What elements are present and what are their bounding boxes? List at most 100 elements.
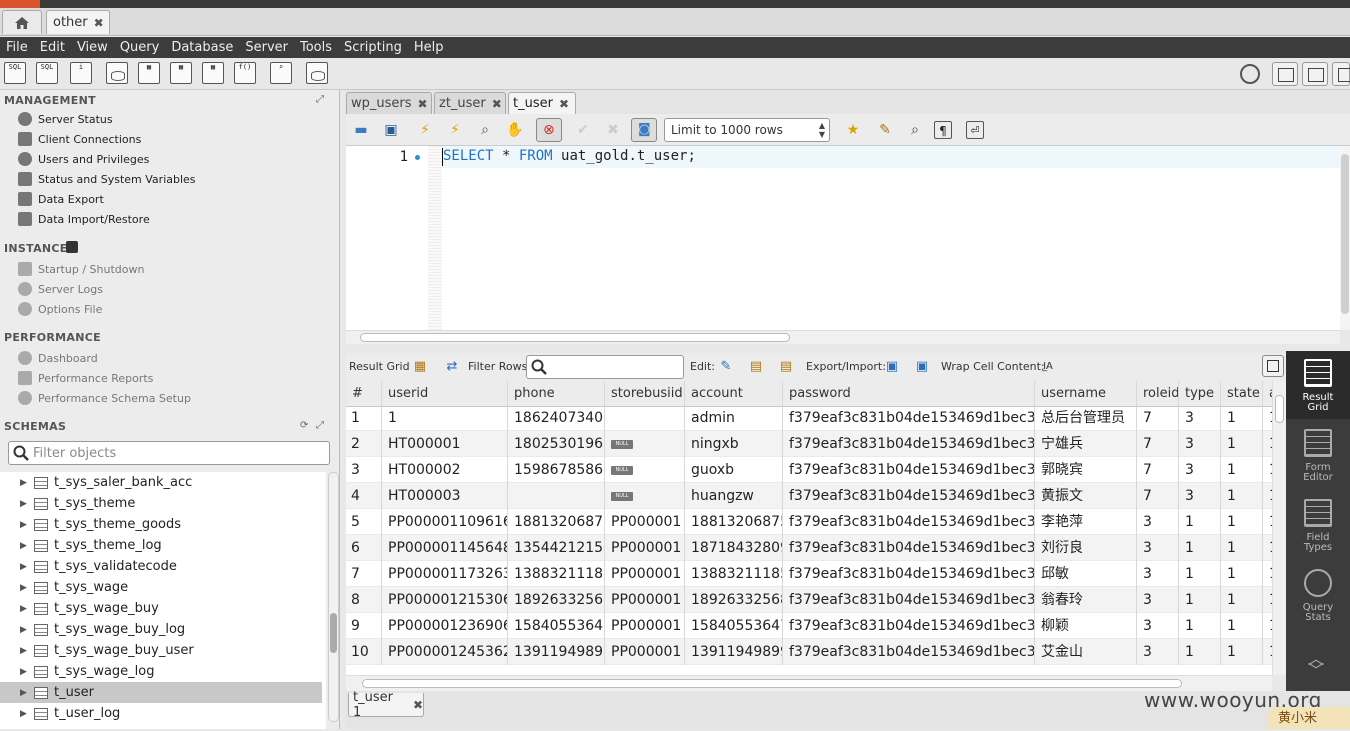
table-cell[interactable]: 1 — [1179, 613, 1221, 639]
table-cell[interactable]: 黄振文 — [1035, 483, 1137, 509]
table-cell[interactable]: 7 — [1137, 431, 1179, 457]
table-cell[interactable]: 3 — [1137, 509, 1179, 535]
expand-icon[interactable]: ⤢ — [316, 94, 324, 105]
table-cell[interactable]: PP000001 — [605, 535, 685, 561]
create-schema-icon[interactable] — [106, 62, 128, 84]
table-cell[interactable]: 1 — [1221, 587, 1263, 613]
scrollbar-thumb[interactable] — [1275, 395, 1284, 423]
menu-edit[interactable]: Edit — [34, 40, 71, 55]
table-cell[interactable]: PP000001245362 — [382, 639, 508, 665]
table-cell[interactable]: PP000001 — [605, 613, 685, 639]
table-row[interactable]: 10 PP000001245362 13911949899 PP000001 13911… — [346, 639, 1272, 665]
table-cell[interactable]: f379eaf3c831b04de153469d1bec3... — [783, 431, 1035, 457]
table-row[interactable]: 5 PP000001109616 18813206875 PP000001 188132… — [346, 509, 1272, 535]
close-icon[interactable]: ✖ — [413, 699, 423, 711]
refresh-schemas-icon[interactable]: ⟳ — [300, 420, 308, 431]
table-cell[interactable]: admin — [685, 405, 783, 431]
chevron-right-icon[interactable]: ▶ — [20, 583, 32, 593]
gear-icon[interactable] — [1240, 64, 1260, 84]
table-cell[interactable]: 18718432809 — [685, 535, 783, 561]
table-cell[interactable]: 1 — [1263, 405, 1272, 431]
table-cell[interactable]: PP000001 — [605, 509, 685, 535]
chevron-right-icon[interactable]: ▶ — [20, 478, 32, 488]
table-cell[interactable]: 1 — [1263, 431, 1272, 457]
search-table-data-icon[interactable]: ⌕ — [270, 62, 292, 84]
table-cell[interactable]: 3 — [1179, 431, 1221, 457]
scrollbar-thumb[interactable] — [362, 679, 1182, 688]
filter-objects-field[interactable]: Filter objects — [8, 441, 330, 465]
schema-table-item[interactable]: ▶ t_sys_wage_buy_log — [0, 619, 322, 640]
rollback-icon[interactable]: ✖ — [604, 121, 622, 139]
folder-icon[interactable]: ▬ — [352, 121, 370, 139]
table-cell[interactable]: NULL — [605, 431, 685, 457]
insert-row-icon[interactable]: ▤ — [748, 359, 764, 375]
chevron-right-icon[interactable]: ▶ — [20, 520, 32, 530]
table-cell[interactable]: 翁春玲 — [1035, 587, 1137, 613]
editor-horizontal-scrollbar[interactable] — [346, 330, 1340, 344]
table-cell[interactable]: 1 — [1221, 405, 1263, 431]
menu-view[interactable]: View — [71, 40, 114, 55]
schema-table-item[interactable]: ▶ t_user_log — [0, 703, 322, 724]
new-sql-tab-icon[interactable]: SQL — [4, 62, 26, 84]
table-cell[interactable]: 3 — [1137, 587, 1179, 613]
chevron-right-icon[interactable]: ▶ — [20, 667, 32, 677]
table-cell[interactable]: 15840553647 — [685, 613, 783, 639]
table-cell[interactable]: 13883211185 — [508, 561, 605, 587]
home-tab[interactable] — [2, 10, 42, 34]
table-cell[interactable]: NULL — [605, 483, 685, 509]
table-cell[interactable]: guoxb — [685, 457, 783, 483]
table-cell[interactable]: 总后台管理员 — [1035, 405, 1137, 431]
chevron-right-icon[interactable]: ▶ — [20, 604, 32, 614]
table-cell[interactable]: 18025301966 — [508, 431, 605, 457]
explain-icon[interactable]: ⌕ — [476, 121, 494, 139]
reconnect-icon[interactable] — [306, 62, 328, 84]
table-cell[interactable]: 3 — [1137, 535, 1179, 561]
toggle-sidebar-button[interactable] — [1272, 62, 1298, 86]
column-header[interactable]: type — [1179, 381, 1221, 407]
table-cell[interactable]: huangzw — [685, 483, 783, 509]
table-cell[interactable] — [508, 483, 605, 509]
scrollbar-thumb[interactable] — [1341, 154, 1349, 314]
close-icon[interactable]: ✖ — [492, 98, 502, 110]
toggle-stop-on-error-button[interactable]: ⊗ — [536, 118, 562, 142]
tab-zt-user[interactable]: zt_user ✖ — [434, 92, 506, 114]
table-cell[interactable]: 邱敏 — [1035, 561, 1137, 587]
table-cell[interactable]: 15840553647 — [508, 613, 605, 639]
schema-inspector-icon[interactable]: i — [70, 62, 92, 84]
table-cell[interactable]: f379eaf3c831b04de153469d1bec3... — [783, 587, 1035, 613]
schema-table-item[interactable]: ▶ t_sys_theme — [0, 493, 322, 514]
table-cell[interactable]: 1 — [1221, 535, 1263, 561]
table-cell[interactable]: f379eaf3c831b04de153469d1bec3... — [783, 509, 1035, 535]
result-grid-button[interactable]: Result Grid — [1286, 351, 1350, 419]
table-cell[interactable]: 1 — [382, 405, 508, 431]
table-row[interactable]: 2 HT000001 18025301966 NULL ningxb f379eaf3c8… — [346, 431, 1272, 457]
table-cell[interactable]: 1 — [1179, 561, 1221, 587]
table-cell[interactable]: 18926332568 — [685, 587, 783, 613]
table-cell[interactable]: PP000001145648 — [382, 535, 508, 561]
schema-table-item[interactable]: ▶ t_sys_theme_log — [0, 535, 322, 556]
table-cell[interactable]: 1 — [1263, 561, 1272, 587]
table-cell[interactable]: PP000001 — [605, 587, 685, 613]
schema-table-item[interactable]: ▶ t_sys_validatecode — [0, 556, 322, 577]
schema-table-item[interactable]: ▶ t_sys_wage — [0, 577, 322, 598]
execute-icon[interactable]: ⚡ — [416, 121, 434, 139]
editor-vertical-scrollbar[interactable] — [1340, 146, 1350, 330]
execute-current-icon[interactable]: ⚡ — [446, 121, 464, 139]
table-cell[interactable]: f379eaf3c831b04de153469d1bec3... — [783, 561, 1035, 587]
column-header[interactable]: storebusiid — [605, 381, 685, 407]
menu-help[interactable]: Help — [408, 40, 450, 55]
table-cell[interactable]: 18813206875 — [508, 509, 605, 535]
schema-table-item[interactable]: ▶ t_sys_wage_buy_user — [0, 640, 322, 661]
table-row[interactable]: 6 PP000001145648 13544212156 PP000001 187184… — [346, 535, 1272, 561]
table-cell[interactable]: 3 — [1137, 639, 1179, 665]
users-privileges-item[interactable]: Users and Privileges — [18, 150, 149, 168]
chevron-right-icon[interactable]: ▶ — [20, 499, 32, 509]
table-cell[interactable]: f379eaf3c831b04de153469d1bec3... — [783, 613, 1035, 639]
scrollbar-thumb[interactable] — [330, 613, 337, 653]
table-cell[interactable]: 柳颖 — [1035, 613, 1137, 639]
toggle-autocommit-button[interactable]: ◙ — [631, 118, 657, 142]
column-header[interactable]: username — [1035, 381, 1137, 407]
table-cell[interactable]: f379eaf3c831b04de153469d1bec3... — [783, 405, 1035, 431]
grid-icon[interactable]: ▦ — [412, 359, 428, 375]
table-cell[interactable]: PP000001173263 — [382, 561, 508, 587]
